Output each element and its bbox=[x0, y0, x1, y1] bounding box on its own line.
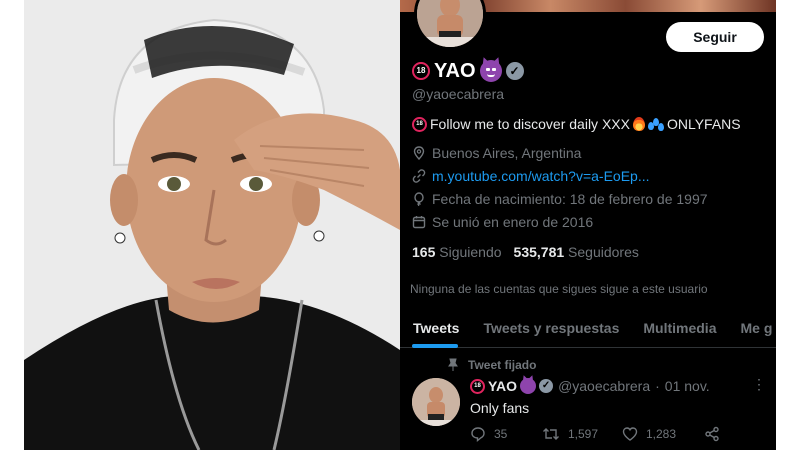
tweet-author-name[interactable]: YAO bbox=[488, 378, 517, 394]
profile-link[interactable]: m.youtube.com/watch?v=a-EoEp... bbox=[432, 168, 650, 184]
smiling-devil-emoji-icon bbox=[479, 60, 502, 82]
profile-photo bbox=[24, 0, 400, 450]
smiling-devil-emoji-icon bbox=[520, 378, 537, 394]
profile-bio: 18 Follow me to discover daily XXX ONLYF… bbox=[412, 116, 741, 132]
retweet-count: 1,597 bbox=[568, 427, 599, 441]
page: Seguir 18 YAO ✓ @yaoecabrera 18 Follow m… bbox=[0, 0, 800, 450]
profile-avatar[interactable] bbox=[414, 0, 486, 50]
pinned-label-text: Tweet fijado bbox=[468, 358, 537, 372]
tweet-date[interactable]: 01 nov. bbox=[665, 378, 710, 394]
tweet-separator: · bbox=[655, 378, 660, 394]
bio-onlyfans: ONLYFANS bbox=[666, 116, 741, 132]
like-count: 1,283 bbox=[646, 427, 677, 441]
twitter-profile-panel: Seguir 18 YAO ✓ @yaoecabrera 18 Follow m… bbox=[400, 0, 776, 450]
balloon-icon bbox=[414, 192, 424, 206]
profile-location: Buenos Aires, Argentina bbox=[412, 145, 581, 161]
no-one-under-18-icon: 18 bbox=[470, 378, 485, 394]
tweet-text: Only fans bbox=[470, 400, 530, 416]
tweet-avatar[interactable] bbox=[412, 378, 460, 426]
profile-tabs: Tweets Tweets y respuestas Multimedia Me… bbox=[400, 316, 776, 348]
profile-name-row: 18 YAO ✓ bbox=[412, 58, 524, 84]
follow-counts: 165 Siguiendo 535,781 Seguidores bbox=[412, 244, 639, 260]
tweet-author-handle[interactable]: @yaoecabrera bbox=[558, 378, 650, 394]
tab-tweets-replies[interactable]: Tweets y respuestas bbox=[470, 316, 630, 348]
pinned-tweet-label: Tweet fijado bbox=[448, 358, 536, 372]
birthdate-text: Fecha de nacimiento: 18 de febrero de 19… bbox=[432, 191, 708, 207]
retweet-icon bbox=[543, 428, 559, 440]
location-text: Buenos Aires, Argentina bbox=[432, 145, 582, 161]
no-one-under-18-icon: 18 bbox=[412, 62, 430, 80]
share-icon bbox=[705, 426, 719, 442]
tweet-actions: 35 1,597 1,283 bbox=[470, 426, 720, 442]
share-button[interactable] bbox=[704, 426, 720, 442]
profile-joined: Se unió en enero de 2016 bbox=[412, 214, 593, 230]
sweat-droplets-emoji-icon bbox=[647, 117, 664, 131]
retweet-button[interactable]: 1,597 bbox=[542, 426, 622, 442]
profile-birthdate: Fecha de nacimiento: 18 de febrero de 19… bbox=[412, 191, 708, 207]
bio-text: Follow me to discover daily XXX bbox=[430, 116, 630, 132]
location-pin-icon bbox=[413, 146, 425, 160]
followers-link[interactable]: 535,781 Seguidores bbox=[514, 244, 639, 260]
more-options-icon[interactable]: ⋮ bbox=[752, 376, 766, 393]
fire-emoji-icon bbox=[632, 117, 645, 131]
verified-badge-icon: ✓ bbox=[539, 379, 554, 393]
reply-button[interactable]: 35 bbox=[470, 426, 542, 442]
profile-link-row: m.youtube.com/watch?v=a-EoEp... bbox=[412, 168, 650, 184]
tab-tweets[interactable]: Tweets bbox=[400, 316, 470, 348]
following-count: 165 bbox=[412, 244, 436, 260]
reply-count: 35 bbox=[494, 427, 508, 441]
mutual-followers-notice: Ninguna de las cuentas que sigues sigue … bbox=[410, 282, 708, 296]
joined-text: Se unió en enero de 2016 bbox=[432, 214, 594, 230]
profile-handle: @yaoecabrera bbox=[412, 86, 505, 102]
link-icon bbox=[412, 169, 426, 183]
reply-icon bbox=[471, 427, 485, 442]
like-button[interactable]: 1,283 bbox=[622, 426, 704, 442]
calendar-icon bbox=[412, 216, 426, 229]
followers-label: Seguidores bbox=[568, 244, 639, 260]
tweet-header: 18 YAO ✓ @yaoecabrera · 01 nov. bbox=[470, 378, 710, 394]
followers-count: 535,781 bbox=[513, 244, 565, 260]
pin-icon bbox=[448, 358, 458, 371]
following-link[interactable]: 165 Siguiendo bbox=[412, 244, 502, 260]
following-label: Siguiendo bbox=[439, 244, 502, 260]
verified-badge-icon[interactable]: ✓ bbox=[505, 62, 524, 80]
tab-likes[interactable]: Me g bbox=[727, 316, 776, 348]
tab-media[interactable]: Multimedia bbox=[630, 316, 727, 348]
no-one-under-18-icon: 18 bbox=[412, 116, 427, 132]
profile-name: YAO bbox=[434, 59, 476, 82]
heart-icon bbox=[622, 427, 638, 441]
follow-button[interactable]: Seguir bbox=[666, 22, 764, 52]
